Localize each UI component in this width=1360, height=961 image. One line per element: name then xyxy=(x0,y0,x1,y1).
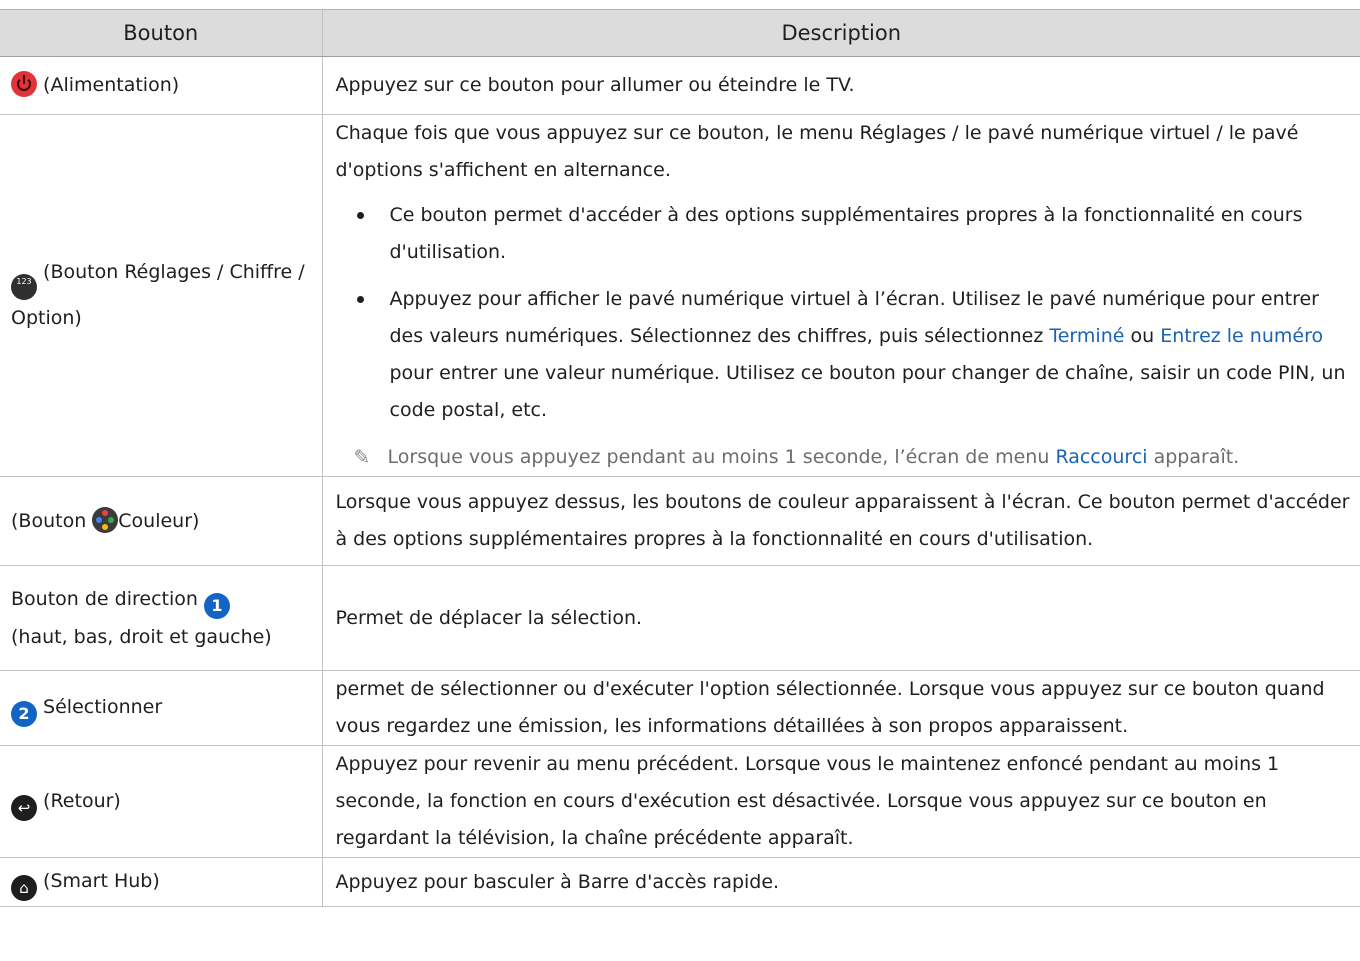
button-label: (haut, bas, droit et gauche) xyxy=(11,625,272,648)
description-cell: Lorsque vous appuyez dessus, les boutons… xyxy=(321,476,1360,566)
table-row: (Alimentation) Appuyez sur ce bouton pou… xyxy=(0,56,1360,115)
settings-number-option-icon: 123 xyxy=(11,274,37,300)
back-arrow-icon: ↩ xyxy=(11,794,37,821)
note-text: Lorsque vous appuyez pendant au moins 1 … xyxy=(387,446,1056,468)
button-label: Bouton de direction xyxy=(11,587,198,610)
button-label: Couleur) xyxy=(118,509,200,532)
description-cell: Chaque fois que vous appuyez sur ce bout… xyxy=(321,114,1360,477)
description-cell: Appuyez sur ce bouton pour allumer ou ét… xyxy=(321,56,1360,115)
button-cell: 2 Sélectionner xyxy=(0,670,322,746)
table-header-row: Bouton Description xyxy=(0,9,1360,57)
button-label: Sélectionner xyxy=(43,696,163,718)
bullet-list: Ce bouton permet d'accéder à des options… xyxy=(336,197,1355,429)
description-cell: Appuyez pour revenir au menu précédent. … xyxy=(321,745,1360,858)
button-label: (Bouton Réglages / Chiffre / Option) xyxy=(11,261,305,329)
description-text: Chaque fois que vous appuyez sur ce bout… xyxy=(335,122,1299,181)
description-cell: Appuyez pour basculer à Barre d'accès ra… xyxy=(321,857,1360,907)
description-cell: Permet de déplacer la sélection. xyxy=(321,565,1360,671)
button-cell: Bouton de direction 1 (haut, bas, droit … xyxy=(0,565,322,671)
color-button-icon xyxy=(92,506,119,533)
button-label: (Retour) xyxy=(43,789,121,812)
button-cell: ↩ (Retour) xyxy=(0,745,322,858)
icon-text: 123 xyxy=(16,277,32,286)
button-label: (Alimentation) xyxy=(43,74,180,96)
button-label: (Smart Hub) xyxy=(43,870,160,892)
description-cell: permet de sélectionner ou d'exécuter l'o… xyxy=(321,670,1360,746)
button-cell: 123 (Bouton Réglages / Chiffre / Option) xyxy=(0,114,322,477)
button-cell: ⌂ (Smart Hub) xyxy=(0,857,322,907)
table-row: ⌂ (Smart Hub) Appuyez pour basculer à Ba… xyxy=(0,857,1360,907)
bullet-item: Ce bouton permet d'accéder à des options… xyxy=(336,197,1355,271)
number-1-badge: 1 xyxy=(203,592,230,619)
table-row: (Bouton Couleur) Lorsque vous appuyez de… xyxy=(0,476,1360,566)
button-cell: (Bouton Couleur) xyxy=(0,476,322,566)
button-label: (Bouton xyxy=(11,509,93,532)
table-row: Bouton de direction 1 (haut, bas, droit … xyxy=(0,565,1360,671)
header-description: Description xyxy=(321,9,1360,57)
note-text: apparaît. xyxy=(1147,446,1240,468)
pencil-note-icon: ✎ xyxy=(353,445,371,469)
link-raccourci[interactable]: Raccourci xyxy=(1055,446,1147,468)
header-button: Bouton xyxy=(0,9,322,57)
table-row: 2 Sélectionner permet de sélectionner ou… xyxy=(0,670,1360,746)
link-termine[interactable]: Terminé xyxy=(1049,325,1124,347)
bullet-text: ou xyxy=(1124,325,1161,347)
button-cell: (Alimentation) xyxy=(0,56,322,115)
home-icon: ⌂ xyxy=(11,875,37,901)
bullet-text: pour entrer une valeur numérique. Utilis… xyxy=(389,362,1346,421)
number-2-badge: 2 xyxy=(11,701,37,727)
power-icon xyxy=(11,71,37,97)
remote-buttons-table: Bouton Description (Alimentation) Appuye… xyxy=(0,9,1360,907)
note: ✎ Lorsque vous appuyez pendant au moins … xyxy=(336,439,1355,476)
table-row: 123 (Bouton Réglages / Chiffre / Option)… xyxy=(0,114,1360,477)
link-entrez-le-numero[interactable]: Entrez le numéro xyxy=(1160,325,1323,347)
bullet-item: Appuyez pour afficher le pavé numérique … xyxy=(336,281,1355,429)
table-row: ↩ (Retour) Appuyez pour revenir au menu … xyxy=(0,745,1360,858)
